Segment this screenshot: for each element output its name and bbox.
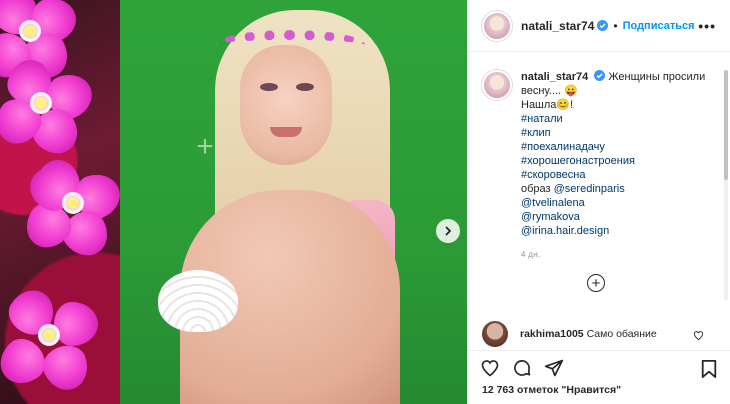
bookmark-icon[interactable] — [700, 359, 718, 379]
mention-link[interactable]: @rymakova — [521, 210, 720, 224]
comment-username[interactable]: rakhima1005 — [520, 328, 584, 340]
next-photo-button[interactable] — [436, 219, 460, 243]
photo-face — [240, 45, 332, 165]
flower-wreath — [215, 30, 365, 60]
avatar[interactable] — [482, 70, 512, 100]
credit-line: образ @seredinparis — [521, 182, 720, 196]
instagram-post-modal: + natali_star74 • Подписаться ••• natali… — [0, 0, 730, 404]
hashtag-link[interactable]: #поехалинадачу — [521, 140, 720, 154]
action-bar — [468, 350, 730, 384]
post-side-panel: natali_star74 • Подписаться ••• natali_s… — [467, 0, 730, 404]
post-author-username[interactable]: natali_star74 — [521, 19, 594, 33]
mention-link[interactable]: @seredinparis — [554, 183, 625, 195]
follow-button[interactable]: Подписаться — [623, 20, 695, 32]
verified-badge-icon — [597, 20, 609, 31]
share-icon[interactable] — [544, 358, 564, 378]
caption-username[interactable]: natali_star74 — [521, 71, 588, 83]
more-options-icon[interactable]: ••• — [698, 18, 716, 34]
caption-line: Нашла😊! — [521, 99, 574, 111]
likes-count[interactable]: 12 763 отметок "Нравится" — [482, 384, 621, 396]
caption: natali_star74 Женщины просили весну.... … — [482, 70, 720, 262]
mention-link[interactable]: @tvelinalena — [521, 196, 720, 210]
caption-area: natali_star74 Женщины просили весну.... … — [468, 52, 730, 310]
caption-text: natali_star74 Женщины просили весну.... … — [521, 70, 720, 262]
hashtag-link[interactable]: #хорошегонастроения — [521, 154, 720, 168]
seashell — [158, 270, 238, 332]
avatar[interactable] — [482, 10, 512, 41]
heart-icon[interactable] — [693, 330, 704, 341]
hashtag-link[interactable]: #натали — [521, 112, 720, 126]
separator-dot: • — [613, 18, 618, 33]
comment-text: rakhima1005 Само обаяние — [520, 328, 657, 340]
green-screen-plus-mark: + — [196, 130, 214, 163]
avatar[interactable] — [482, 321, 508, 347]
comment-icon[interactable] — [512, 358, 532, 378]
comment-row: rakhima1005 Само обаяние — [468, 312, 730, 350]
verified-badge-icon — [594, 70, 606, 81]
chevron-right-icon — [445, 226, 452, 236]
heart-icon[interactable] — [480, 358, 500, 378]
add-circle-icon[interactable]: + — [587, 274, 605, 292]
comments-scrollbar[interactable] — [724, 70, 728, 300]
mention-link[interactable]: @irina.hair.design — [521, 224, 720, 238]
comment-body: Само обаяние — [586, 328, 657, 340]
post-photo[interactable]: + — [120, 0, 467, 404]
hashtag-link[interactable]: #клип — [521, 126, 720, 140]
credit-prefix: образ — [521, 183, 554, 195]
post-header: natali_star74 • Подписаться ••• — [468, 0, 730, 52]
hashtag-link[interactable]: #скоровесна — [521, 168, 720, 182]
post-timestamp[interactable]: 4 дн. — [521, 248, 720, 262]
background-flower-photo — [0, 0, 120, 404]
